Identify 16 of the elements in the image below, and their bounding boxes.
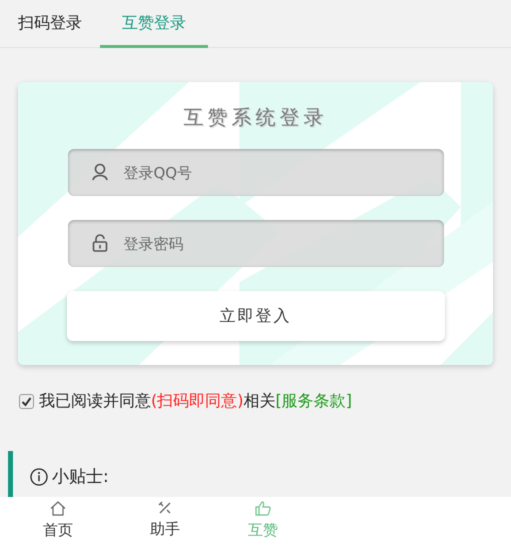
qq-number-field[interactable]: 登录QQ号	[68, 149, 444, 196]
tools-icon	[158, 501, 172, 515]
home-icon	[50, 501, 66, 516]
agreement-text: 我已阅读并同意(扫码即同意)相关[服务条款]	[39, 390, 352, 412]
login-button[interactable]: 立即登入	[66, 291, 444, 341]
password-field[interactable]: 登录密码	[68, 220, 444, 267]
card-title: 互赞系统登录	[184, 104, 328, 131]
tip-title: 小贴士:	[52, 467, 109, 487]
info-icon	[30, 468, 48, 486]
thumbs-up-icon	[255, 501, 271, 516]
agree-checkbox[interactable]	[19, 394, 34, 408]
nav-tab[interactable]: 首页	[0, 497, 116, 550]
user-icon	[92, 163, 108, 181]
lock-icon	[92, 234, 108, 252]
tab[interactable]: 扫码登录	[0, 0, 100, 48]
nav-tab[interactable]: 助手	[116, 497, 214, 550]
